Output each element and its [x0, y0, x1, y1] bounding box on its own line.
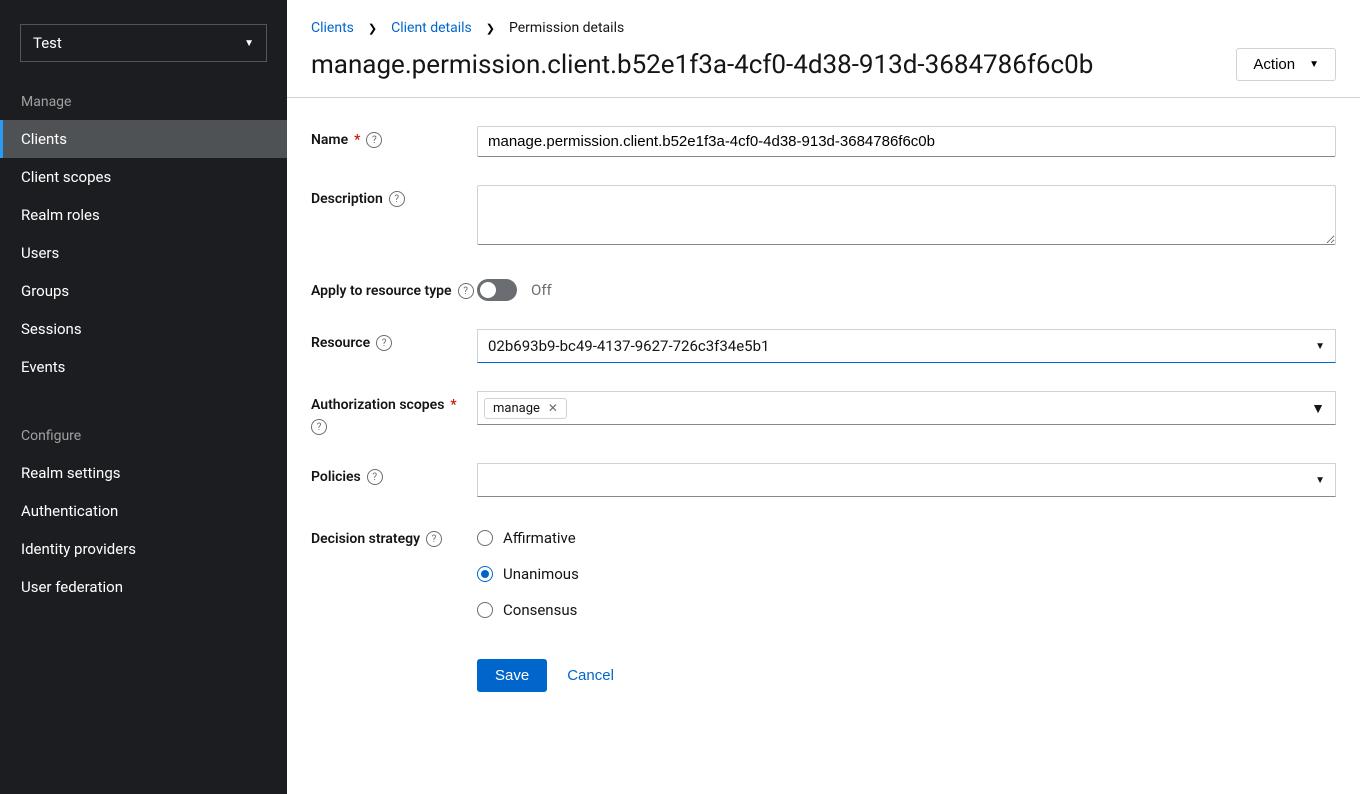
name-input[interactable]	[477, 126, 1336, 157]
realm-selector-label: Test	[33, 34, 62, 52]
page-header: Clients ❯ Client details ❯ Permission de…	[287, 0, 1360, 98]
decision-strategy-label: Decision strategy	[311, 531, 420, 547]
cancel-button[interactable]: Cancel	[563, 659, 618, 692]
caret-down-icon: ▼	[1315, 475, 1325, 486]
breadcrumb-current: Permission details	[509, 20, 624, 36]
radio-icon	[477, 530, 493, 546]
resource-label: Resource	[311, 335, 370, 351]
resource-select[interactable]: 02b693b9-bc49-4137-9627-726c3f34e5b1 ▼	[477, 329, 1336, 363]
required-indicator: *	[450, 397, 456, 413]
apply-resource-type-label: Apply to resource type	[311, 283, 452, 299]
sidebar-item-realm-roles[interactable]: Realm roles	[0, 196, 287, 234]
sidebar-item-client-scopes[interactable]: Client scopes	[0, 158, 287, 196]
save-button[interactable]: Save	[477, 659, 547, 692]
permission-form: Name * ? Description ? Apply to resource…	[287, 98, 1360, 720]
caret-down-icon: ▼	[1315, 341, 1325, 352]
radio-icon	[477, 602, 493, 618]
page-title: manage.permission.client.b52e1f3a-4cf0-4…	[311, 50, 1093, 80]
help-icon[interactable]: ?	[426, 531, 442, 547]
chevron-right-icon: ❯	[368, 22, 377, 35]
help-icon[interactable]: ?	[458, 283, 474, 299]
action-dropdown[interactable]: Action ▼	[1236, 48, 1336, 81]
scope-chip: manage ✕	[484, 398, 567, 419]
radio-unanimous[interactable]: Unanimous	[477, 565, 1336, 583]
switch-off-label: Off	[531, 281, 552, 299]
help-icon[interactable]: ?	[311, 419, 327, 435]
nav-section-configure-label: Configure	[0, 416, 287, 454]
auth-scopes-select[interactable]: manage ✕ ▼	[477, 391, 1336, 425]
help-icon[interactable]: ?	[376, 335, 392, 351]
description-input[interactable]	[477, 185, 1336, 245]
close-icon[interactable]: ✕	[548, 401, 558, 415]
realm-selector[interactable]: Test ▼	[20, 24, 267, 62]
sidebar-item-users[interactable]: Users	[0, 234, 287, 272]
breadcrumb-client-details[interactable]: Client details	[391, 20, 472, 36]
sidebar-item-groups[interactable]: Groups	[0, 272, 287, 310]
decision-strategy-group: Affirmative Unanimous Consensus	[477, 525, 1336, 619]
apply-resource-type-switch[interactable]	[477, 279, 517, 301]
radio-label: Affirmative	[503, 529, 576, 547]
main-content: Clients ❯ Client details ❯ Permission de…	[287, 0, 1360, 794]
help-icon[interactable]: ?	[389, 191, 405, 207]
radio-affirmative[interactable]: Affirmative	[477, 529, 1336, 547]
sidebar-item-identity-providers[interactable]: Identity providers	[0, 530, 287, 568]
caret-down-icon: ▼	[244, 38, 254, 49]
sidebar-item-sessions[interactable]: Sessions	[0, 310, 287, 348]
sidebar-item-user-federation[interactable]: User federation	[0, 568, 287, 606]
caret-down-icon: ▼	[1311, 400, 1325, 417]
sidebar-item-authentication[interactable]: Authentication	[0, 492, 287, 530]
radio-label: Unanimous	[503, 565, 579, 583]
policies-select[interactable]: ▼	[477, 463, 1336, 497]
sidebar-item-events[interactable]: Events	[0, 348, 287, 386]
policies-label: Policies	[311, 469, 361, 485]
radio-consensus[interactable]: Consensus	[477, 601, 1336, 619]
description-label: Description	[311, 191, 383, 207]
caret-down-icon: ▼	[1309, 59, 1319, 70]
switch-knob	[480, 282, 496, 298]
breadcrumb-clients[interactable]: Clients	[311, 20, 354, 36]
name-label: Name	[311, 132, 348, 148]
chip-label: manage	[493, 401, 540, 416]
required-indicator: *	[354, 132, 360, 148]
chevron-right-icon: ❯	[486, 22, 495, 35]
resource-value: 02b693b9-bc49-4137-9627-726c3f34e5b1	[488, 337, 769, 355]
radio-icon	[477, 566, 493, 582]
breadcrumb: Clients ❯ Client details ❯ Permission de…	[311, 20, 1336, 36]
radio-label: Consensus	[503, 601, 577, 619]
sidebar-item-clients[interactable]: Clients	[0, 120, 287, 158]
help-icon[interactable]: ?	[367, 469, 383, 485]
action-dropdown-label: Action	[1253, 56, 1295, 73]
sidebar: Test ▼ Manage Clients Client scopes Real…	[0, 0, 287, 794]
nav-section-manage-label: Manage	[0, 82, 287, 120]
auth-scopes-label: Authorization scopes	[311, 397, 444, 413]
help-icon[interactable]: ?	[366, 132, 382, 148]
sidebar-item-realm-settings[interactable]: Realm settings	[0, 454, 287, 492]
